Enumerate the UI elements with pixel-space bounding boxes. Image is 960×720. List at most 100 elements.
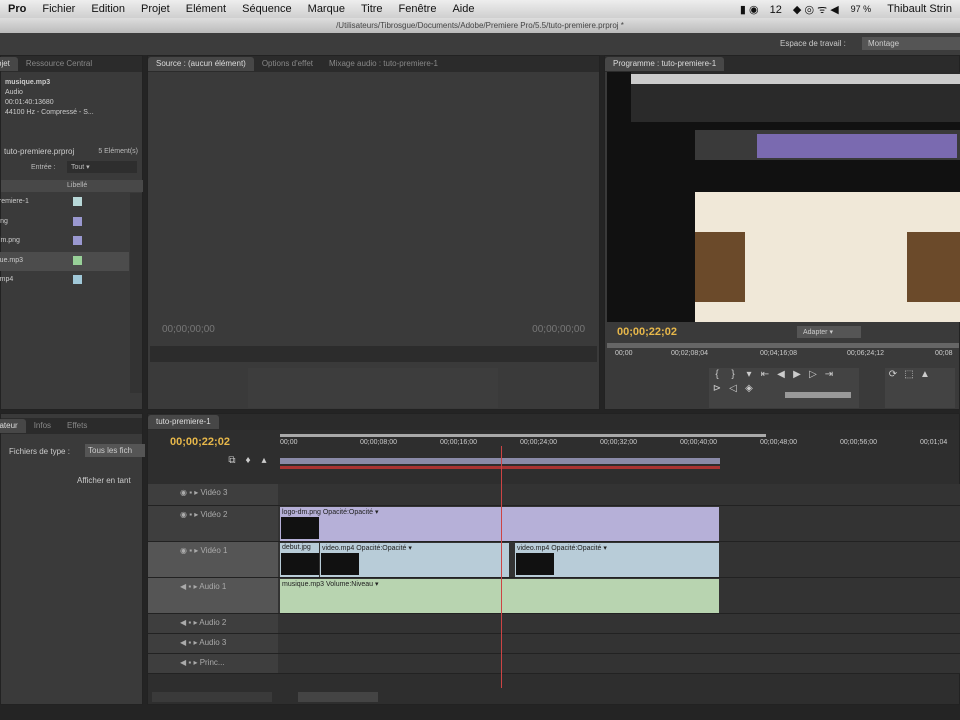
- ruler-label: 00;00;48;00: [760, 439, 797, 446]
- step-forward-button[interactable]: ▷: [805, 368, 821, 382]
- tab-infos[interactable]: Infos: [26, 419, 59, 433]
- track-header[interactable]: ◉ ▪ ▸ Vidéo 1: [148, 542, 278, 577]
- file-format: 44100 Hz - Compressé - S...: [5, 109, 94, 116]
- speaker-icon[interactable]: ◀: [180, 582, 186, 591]
- play-in-out-button[interactable]: ⊳: [709, 382, 725, 396]
- ruler-label: 00;04;16;08: [760, 350, 797, 357]
- ruler-label: 00;08: [935, 350, 953, 357]
- timeline-clip[interactable]: musique.mp3 Volume:Niveau ▾: [280, 579, 719, 613]
- filter-select[interactable]: Tout ▾: [67, 161, 137, 173]
- speaker-icon[interactable]: ◀: [180, 618, 186, 627]
- timeline-zoom-slider[interactable]: [152, 692, 272, 702]
- window-title: /Utilisateurs/Tibrosgue/Documents/Adobe/…: [0, 18, 960, 33]
- project-item[interactable]: video.mp4: [0, 271, 129, 291]
- speaker-icon[interactable]: ◀: [180, 638, 186, 647]
- safe-margins-button[interactable]: ◈: [741, 382, 757, 396]
- status-icons[interactable]: ▮ ◉ 12 ◆ ◎ ᯤ ◀: [740, 2, 839, 17]
- source-scrubber[interactable]: [150, 346, 597, 362]
- eye-icon[interactable]: ◉: [180, 546, 187, 555]
- project-item[interactable]: logo.png: [0, 213, 129, 233]
- track-header[interactable]: ◀ ▪ ▸ Audio 3: [148, 634, 278, 653]
- marker-button[interactable]: ▾: [741, 368, 757, 382]
- clip-label: video.mp4 Opacité:Opacité ▾: [322, 545, 412, 552]
- export-frame-button[interactable]: ▲: [917, 368, 933, 382]
- tab-resource-central[interactable]: Ressource Central: [18, 57, 100, 71]
- tab-effects[interactable]: Effets: [59, 419, 95, 433]
- mark-out-button[interactable]: }: [725, 368, 741, 382]
- loop-button[interactable]: ◁: [725, 382, 741, 396]
- tab-sequence[interactable]: tuto-premiere-1: [148, 415, 219, 429]
- tab-source[interactable]: Source : (aucun élément): [148, 57, 254, 71]
- timeline-clip[interactable]: debut.jpg: [280, 543, 319, 577]
- filetype-select[interactable]: Tous les fich: [85, 444, 145, 457]
- mark-in-button[interactable]: {: [709, 368, 725, 382]
- menu-bar: Pro Fichier Edition Projet Elément Séque…: [0, 0, 960, 18]
- timeline-timecode[interactable]: 00;00;22;02: [170, 436, 230, 448]
- timeline-clip[interactable]: logo-dm.png Opacité:Opacité ▾: [280, 507, 719, 541]
- tab-project[interactable]: Projet: [0, 57, 18, 71]
- program-timecode[interactable]: 00;00;22;02: [617, 326, 677, 338]
- ruler-label: 00;00: [280, 439, 298, 446]
- column-header[interactable]: Libellé: [1, 180, 143, 192]
- menu-marque[interactable]: Marque: [308, 3, 345, 15]
- clip-thumbnail: [281, 553, 319, 575]
- playhead[interactable]: [500, 446, 502, 688]
- program-zoom-bar[interactable]: [607, 343, 959, 348]
- lift-button[interactable]: ⟳: [885, 368, 901, 382]
- tab-program[interactable]: Programme : tuto-premiere-1: [605, 57, 725, 71]
- project-item-name: tuto-premiere-1: [0, 198, 29, 205]
- label-color-swatch: [73, 255, 82, 265]
- tab-media-browser[interactable]: Navigateur: [0, 419, 26, 433]
- extract-button[interactable]: ⬚: [901, 368, 917, 382]
- workspace-bar: Espace de travail : Montage: [0, 33, 960, 55]
- project-item-name: logo.png: [0, 217, 8, 225]
- fit-select[interactable]: Adapter ▾: [797, 326, 861, 338]
- eye-icon[interactable]: ◉: [180, 510, 187, 519]
- snap-icon[interactable]: ⧉: [224, 454, 240, 468]
- tab-effect-options[interactable]: Options d'effet: [254, 57, 321, 71]
- marker-icon[interactable]: ♦: [240, 454, 256, 468]
- menu-aide[interactable]: Aide: [452, 3, 474, 15]
- speaker-icon[interactable]: ◀: [180, 658, 186, 667]
- project-item[interactable]: logo-dm.png: [0, 232, 129, 252]
- tab-audio-mixer[interactable]: Mixage audio : tuto-premiere-1: [321, 57, 446, 71]
- eye-icon[interactable]: ◉: [180, 488, 187, 497]
- track-header[interactable]: ◉ ▪ ▸ Vidéo 3: [148, 484, 278, 505]
- project-item[interactable]: tuto-premiere-1: [0, 193, 129, 213]
- project-item[interactable]: musique.mp3: [0, 251, 129, 271]
- menu-fichier[interactable]: Fichier: [42, 3, 75, 15]
- user-name[interactable]: Thibault Strin: [887, 3, 952, 15]
- timeline-zoom-bar[interactable]: [280, 434, 766, 437]
- menu-edition[interactable]: Edition: [91, 3, 125, 15]
- track-header[interactable]: ◀ ▪ ▸ Audio 1: [148, 578, 278, 613]
- menu-fenetre[interactable]: Fenêtre: [399, 3, 437, 15]
- menu-element[interactable]: Elément: [186, 3, 226, 15]
- timeline-clip[interactable]: video.mp4 Opacité:Opacité ▾: [320, 543, 509, 577]
- filter-label: Entrée :: [31, 164, 56, 171]
- step-back-button[interactable]: ◀: [773, 368, 789, 382]
- battery[interactable]: 97 %: [851, 4, 872, 14]
- workspace-select[interactable]: Montage: [862, 37, 960, 50]
- menu-projet[interactable]: Projet: [141, 3, 170, 15]
- go-to-out-button[interactable]: ⇥: [821, 368, 837, 382]
- timeline-ruler[interactable]: 00;00 00;00;08;00 00;00;16;00 00;00;24;00 00…: [280, 439, 960, 453]
- file-name: musique.mp3: [5, 79, 51, 86]
- timeline-scrollbar[interactable]: [298, 692, 378, 702]
- scrollbar[interactable]: [130, 193, 142, 393]
- go-to-in-button[interactable]: ⇤: [757, 368, 773, 382]
- track-header[interactable]: ◀ ▪ ▸ Princ...: [148, 654, 278, 673]
- track-header[interactable]: ◀ ▪ ▸ Audio 2: [148, 614, 278, 633]
- menu-sequence[interactable]: Séquence: [242, 3, 292, 15]
- play-button[interactable]: ▶: [789, 368, 805, 382]
- program-ruler[interactable]: 00;00 00;02;08;04 00;04;16;08 00;06;24;1…: [605, 350, 960, 362]
- ruler-label: 00;00;08;00: [360, 439, 397, 446]
- jog-shuttle[interactable]: [785, 392, 851, 398]
- keyframe-icon[interactable]: ▴: [256, 454, 272, 468]
- project-item-name: musique.mp3: [0, 256, 24, 264]
- timeline-clip[interactable]: video.mp4 Opacité:Opacité ▾: [515, 543, 719, 577]
- file-duration: 00:01:40:13680: [5, 99, 54, 106]
- track-audio-3: ◀ ▪ ▸ Audio 3: [148, 634, 960, 654]
- app-menu[interactable]: Pro: [8, 3, 26, 15]
- menu-titre[interactable]: Titre: [361, 3, 383, 15]
- track-header[interactable]: ◉ ▪ ▸ Vidéo 2: [148, 506, 278, 541]
